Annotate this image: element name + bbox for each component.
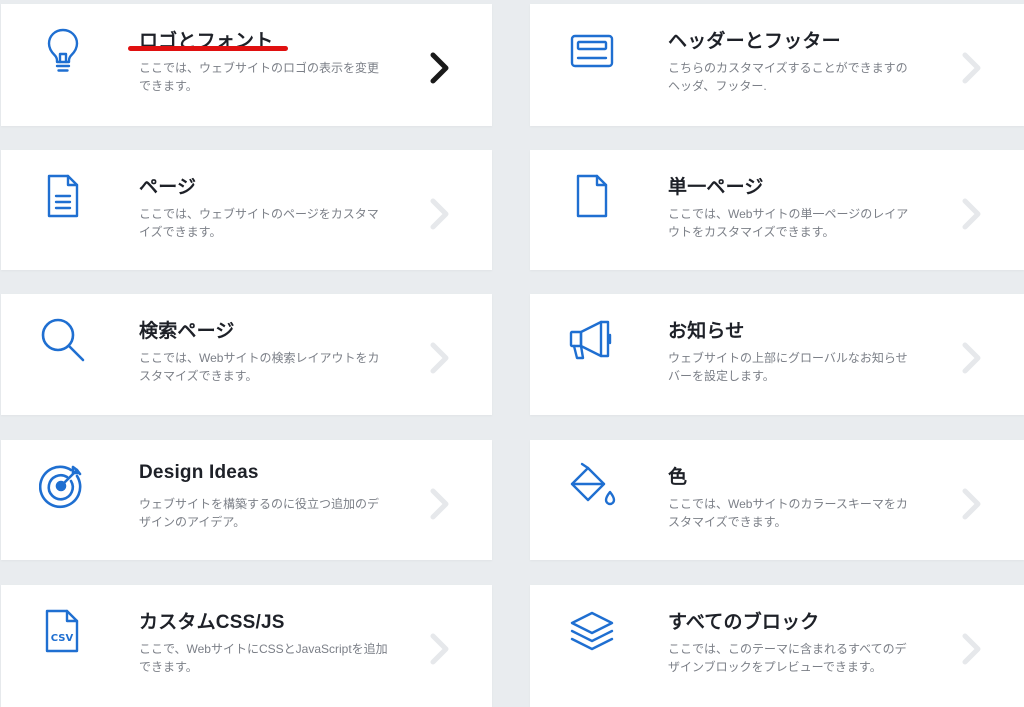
- card-title: ページ: [139, 177, 197, 198]
- card-description: ここでは、Webサイトの検索レイアウトをカスタマイズできます。: [139, 351, 380, 383]
- chevron-right-icon[interactable]: [958, 48, 986, 88]
- card-custom-css-js[interactable]: CSV カスタムCSS/JS ここで、WebサイトにCSSとJavaScript…: [1, 585, 492, 707]
- chevron-right-icon[interactable]: [958, 194, 986, 234]
- card-description: ここで、WebサイトにCSSとJavaScriptを追加できます。: [139, 642, 388, 674]
- card-description: こちらのカスタマイズすることができますのヘッダ、フッター.: [668, 61, 908, 93]
- card-description: ここでは、Webサイトのカラースキーマをカスタマイズできます。: [668, 497, 908, 529]
- card-description: ここでは、Webサイトの単一ページのレイアウトをカスタマイズできます。: [668, 207, 909, 239]
- card-design-ideas[interactable]: Design Ideas ウェブサイトを構築するのに役立つ追加のデザインのアイデ…: [1, 440, 492, 560]
- card-title: Design Ideas: [139, 462, 259, 483]
- card-title: すべてのブロック: [668, 612, 820, 633]
- card-single-page[interactable]: 単一ページ ここでは、Webサイトの単一ページのレイアウトをカスタマイズできます…: [530, 150, 1024, 270]
- card-title: 色: [668, 467, 688, 488]
- megaphone-icon: [568, 316, 616, 364]
- chevron-right-icon[interactable]: [958, 484, 986, 524]
- paint-bucket-icon: [568, 462, 616, 510]
- target-icon: [39, 462, 87, 510]
- chevron-right-icon[interactable]: [426, 48, 454, 88]
- svg-text:CSV: CSV: [51, 633, 74, 644]
- card-all-blocks[interactable]: すべてのブロック ここでは、このテーマに含まれるすべてのデザインブロックをプレビ…: [530, 585, 1024, 707]
- card-title: お知らせ: [668, 321, 745, 342]
- lightbulb-icon: [39, 26, 87, 74]
- card-description: ここでは、ウェブサイトのページをカスタマイズできます。: [139, 207, 379, 239]
- header-footer-icon: [568, 26, 616, 74]
- card-description: ここでは、ウェブサイトのロゴの表示を変更できます。: [139, 61, 380, 93]
- card-logo-font[interactable]: ロゴとフォント ここでは、ウェブサイトのロゴの表示を変更できます。: [1, 4, 492, 126]
- search-icon: [39, 316, 87, 364]
- card-search-page[interactable]: 検索ページ ここでは、Webサイトの検索レイアウトをカスタマイズできます。: [1, 294, 492, 415]
- chevron-right-icon[interactable]: [958, 338, 986, 378]
- card-title: 単一ページ: [668, 177, 764, 198]
- card-description: ウェブサイトを構築するのに役立つ追加のデザインのアイデア。: [139, 497, 380, 529]
- chevron-right-icon[interactable]: [426, 338, 454, 378]
- document-icon: [39, 172, 87, 220]
- blank-page-icon: [568, 172, 616, 220]
- card-page[interactable]: ページ ここでは、ウェブサイトのページをカスタマイズできます。: [1, 150, 492, 270]
- chevron-right-icon[interactable]: [958, 629, 986, 669]
- chevron-right-icon[interactable]: [426, 194, 454, 234]
- card-color[interactable]: 色 ここでは、Webサイトのカラースキーマをカスタマイズできます。: [530, 440, 1024, 560]
- chevron-right-icon[interactable]: [426, 629, 454, 669]
- csv-file-icon: CSV: [39, 607, 87, 655]
- card-title: カスタムCSS/JS: [139, 612, 285, 633]
- highlight-underline: [128, 46, 288, 51]
- layers-icon: [568, 607, 616, 655]
- card-header-footer[interactable]: ヘッダーとフッター こちらのカスタマイズすることができますのヘッダ、フッター.: [530, 4, 1024, 126]
- card-description: ここでは、このテーマに含まれるすべてのデザインブロックをプレビューできます。: [668, 642, 907, 674]
- card-title: 検索ページ: [139, 321, 235, 342]
- chevron-right-icon[interactable]: [426, 484, 454, 524]
- card-announcement[interactable]: お知らせ ウェブサイトの上部にグローバルなお知らせバーを設定します。: [530, 294, 1024, 415]
- card-description: ウェブサイトの上部にグローバルなお知らせバーを設定します。: [668, 351, 908, 383]
- card-title: ヘッダーとフッター: [668, 31, 841, 52]
